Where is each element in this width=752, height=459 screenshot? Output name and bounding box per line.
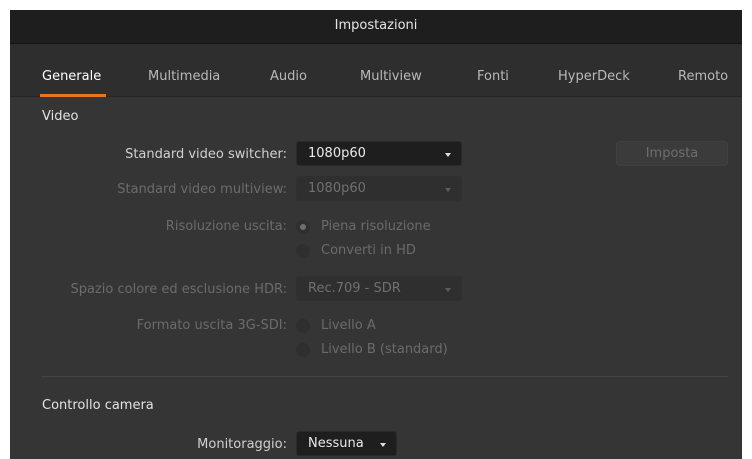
convert-hd-radio[interactable] [296,244,310,258]
tab-multimedia[interactable]: Multimedia [148,69,220,84]
set-button[interactable]: Imposta [616,141,728,166]
title-bar: Impostazioni [10,10,742,44]
chevron-down-icon [445,288,451,292]
settings-window: Impostazioni Generale Multimedia Audio M… [10,10,742,459]
hdr-dropdown[interactable]: Rec.709 - SDR [296,276,462,301]
chevron-down-icon [445,188,451,192]
full-resolution-radio[interactable] [296,220,310,234]
level-b-radio[interactable] [296,343,310,357]
monitoring-dropdown[interactable]: Nessuna [296,431,397,456]
full-resolution-label: Piena risoluzione [321,219,431,234]
camera-control-section-title: Controllo camera [42,398,154,413]
video-section-title: Video [42,109,79,124]
tab-generale[interactable]: Generale [42,69,101,84]
switcher-standard-dropdown[interactable]: 1080p60 [296,141,462,166]
tab-hyperdeck[interactable]: HyperDeck [558,69,630,84]
sdi-format-label: Formato uscita 3G-SDI: [136,318,287,333]
level-b-label: Livello B (standard) [321,342,448,357]
tab-multiview[interactable]: Multiview [360,69,422,84]
level-a-label: Livello A [321,318,376,333]
multiview-standard-label: Standard video multiview: [117,182,287,197]
tab-audio[interactable]: Audio [270,69,307,84]
hdr-label: Spazio colore ed esclusione HDR: [70,282,287,297]
window-title: Impostazioni [334,18,418,33]
multiview-standard-dropdown[interactable]: 1080p60 [296,176,462,201]
monitoring-label: Monitoraggio: [197,437,287,452]
hdr-value: Rec.709 - SDR [308,281,401,296]
output-resolution-label: Risoluzione uscita: [165,219,287,234]
section-divider [41,376,728,377]
active-tab-indicator [40,94,106,97]
monitoring-value: Nessuna [308,436,364,451]
tab-bar: Generale Multimedia Audio Multiview Font… [10,44,742,97]
tab-remoto[interactable]: Remoto [678,69,728,84]
multiview-standard-value: 1080p60 [308,181,366,196]
convert-hd-label: Converti in HD [321,243,416,258]
switcher-standard-label: Standard video switcher: [125,147,287,162]
chevron-down-icon [380,443,386,447]
chevron-down-icon [445,153,451,157]
level-a-radio[interactable] [296,319,310,333]
switcher-standard-value: 1080p60 [308,146,366,161]
tab-fonti[interactable]: Fonti [477,69,509,84]
